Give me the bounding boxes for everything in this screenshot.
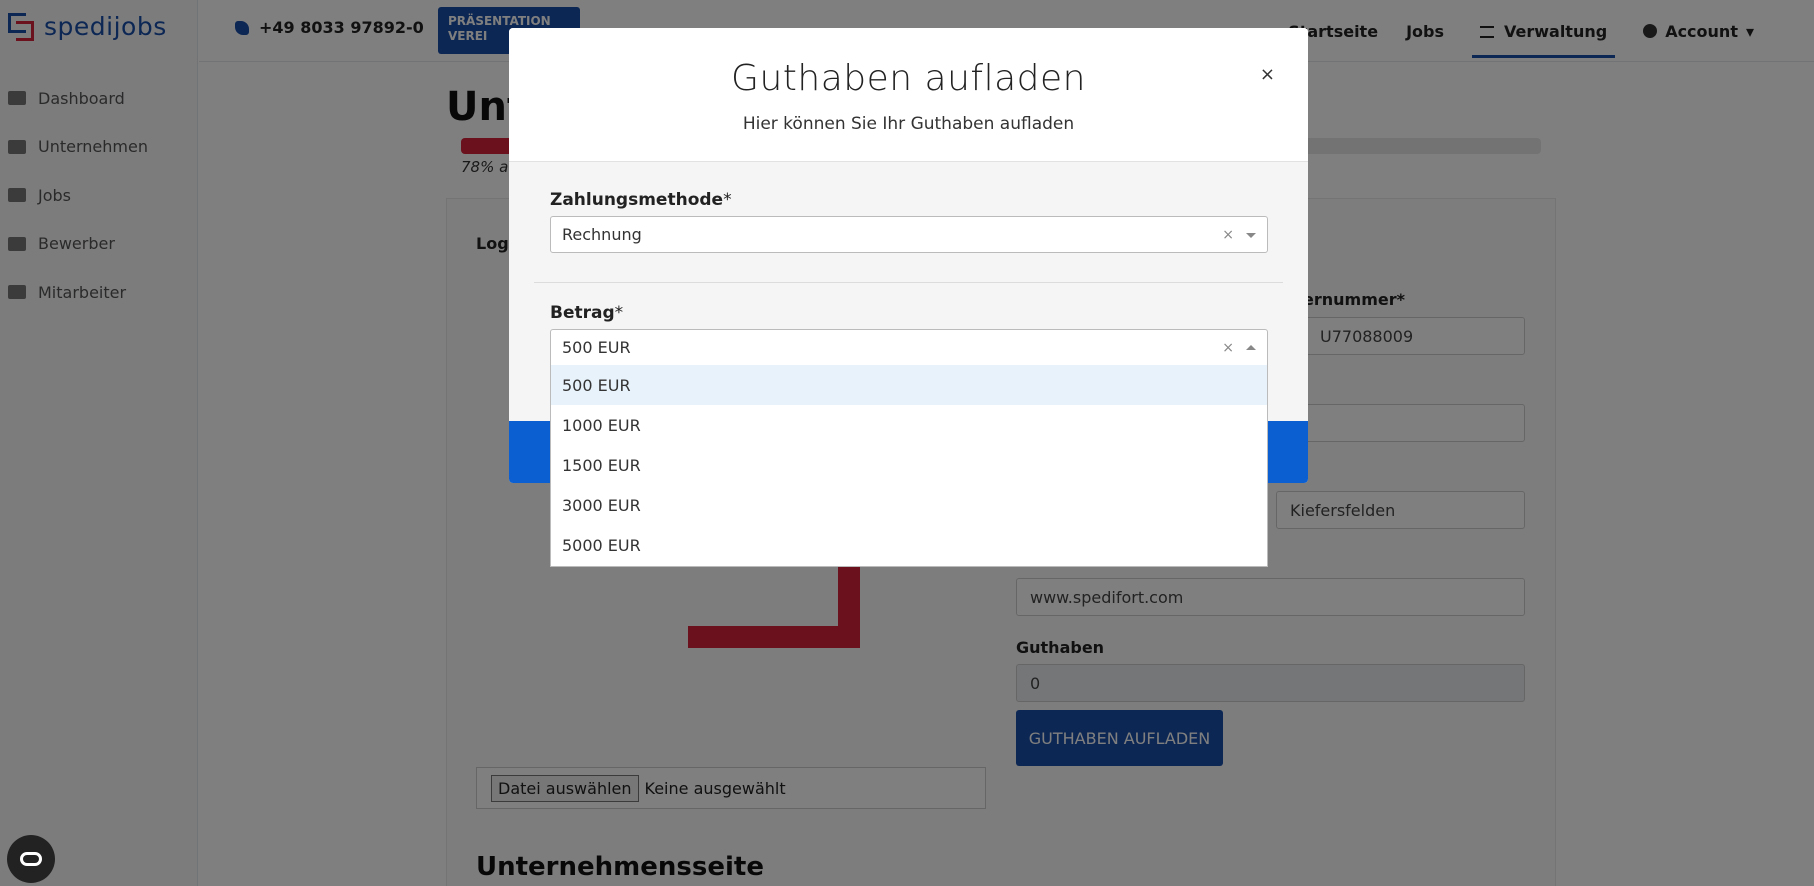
amount-dropdown: 500 EUR 1000 EUR 1500 EUR 3000 EUR 5000 …: [550, 365, 1268, 567]
amount-option[interactable]: 5000 EUR: [551, 525, 1267, 565]
modal-subtitle: Hier können Sie Ihr Guthaben aufladen: [742, 114, 1075, 134]
amount-label: Betrag*: [550, 303, 623, 323]
chat-icon: [20, 852, 42, 866]
payment-method-label-text: Zahlungsmethode: [550, 190, 724, 210]
close-icon[interactable]: ×: [1260, 64, 1275, 85]
clear-icon[interactable]: ×: [1222, 227, 1234, 243]
payment-method-value: Rechnung: [562, 225, 642, 244]
required-mark: *: [723, 190, 732, 210]
amount-option[interactable]: 3000 EUR: [551, 485, 1267, 525]
amount-option[interactable]: 1000 EUR: [551, 405, 1267, 445]
amount-select[interactable]: 500 EUR ×: [550, 329, 1268, 366]
divider: [534, 282, 1283, 283]
modal-title: Guthaben aufladen: [731, 58, 1086, 99]
payment-method-select[interactable]: Rechnung ×: [550, 216, 1268, 253]
chevron-down-icon: [1246, 233, 1256, 238]
modal-header: Guthaben aufladen Hier können Sie Ihr Gu…: [509, 28, 1308, 162]
required-mark: *: [614, 303, 624, 323]
amount-option[interactable]: 500 EUR: [551, 365, 1267, 405]
amount-option[interactable]: 1500 EUR: [551, 445, 1267, 485]
chat-widget-button[interactable]: [7, 835, 55, 883]
chevron-up-icon: [1246, 345, 1256, 350]
payment-method-label: Zahlungsmethode*: [550, 190, 732, 210]
clear-icon[interactable]: ×: [1222, 340, 1234, 356]
amount-label-text: Betrag: [550, 303, 615, 323]
amount-value: 500 EUR: [562, 338, 631, 357]
